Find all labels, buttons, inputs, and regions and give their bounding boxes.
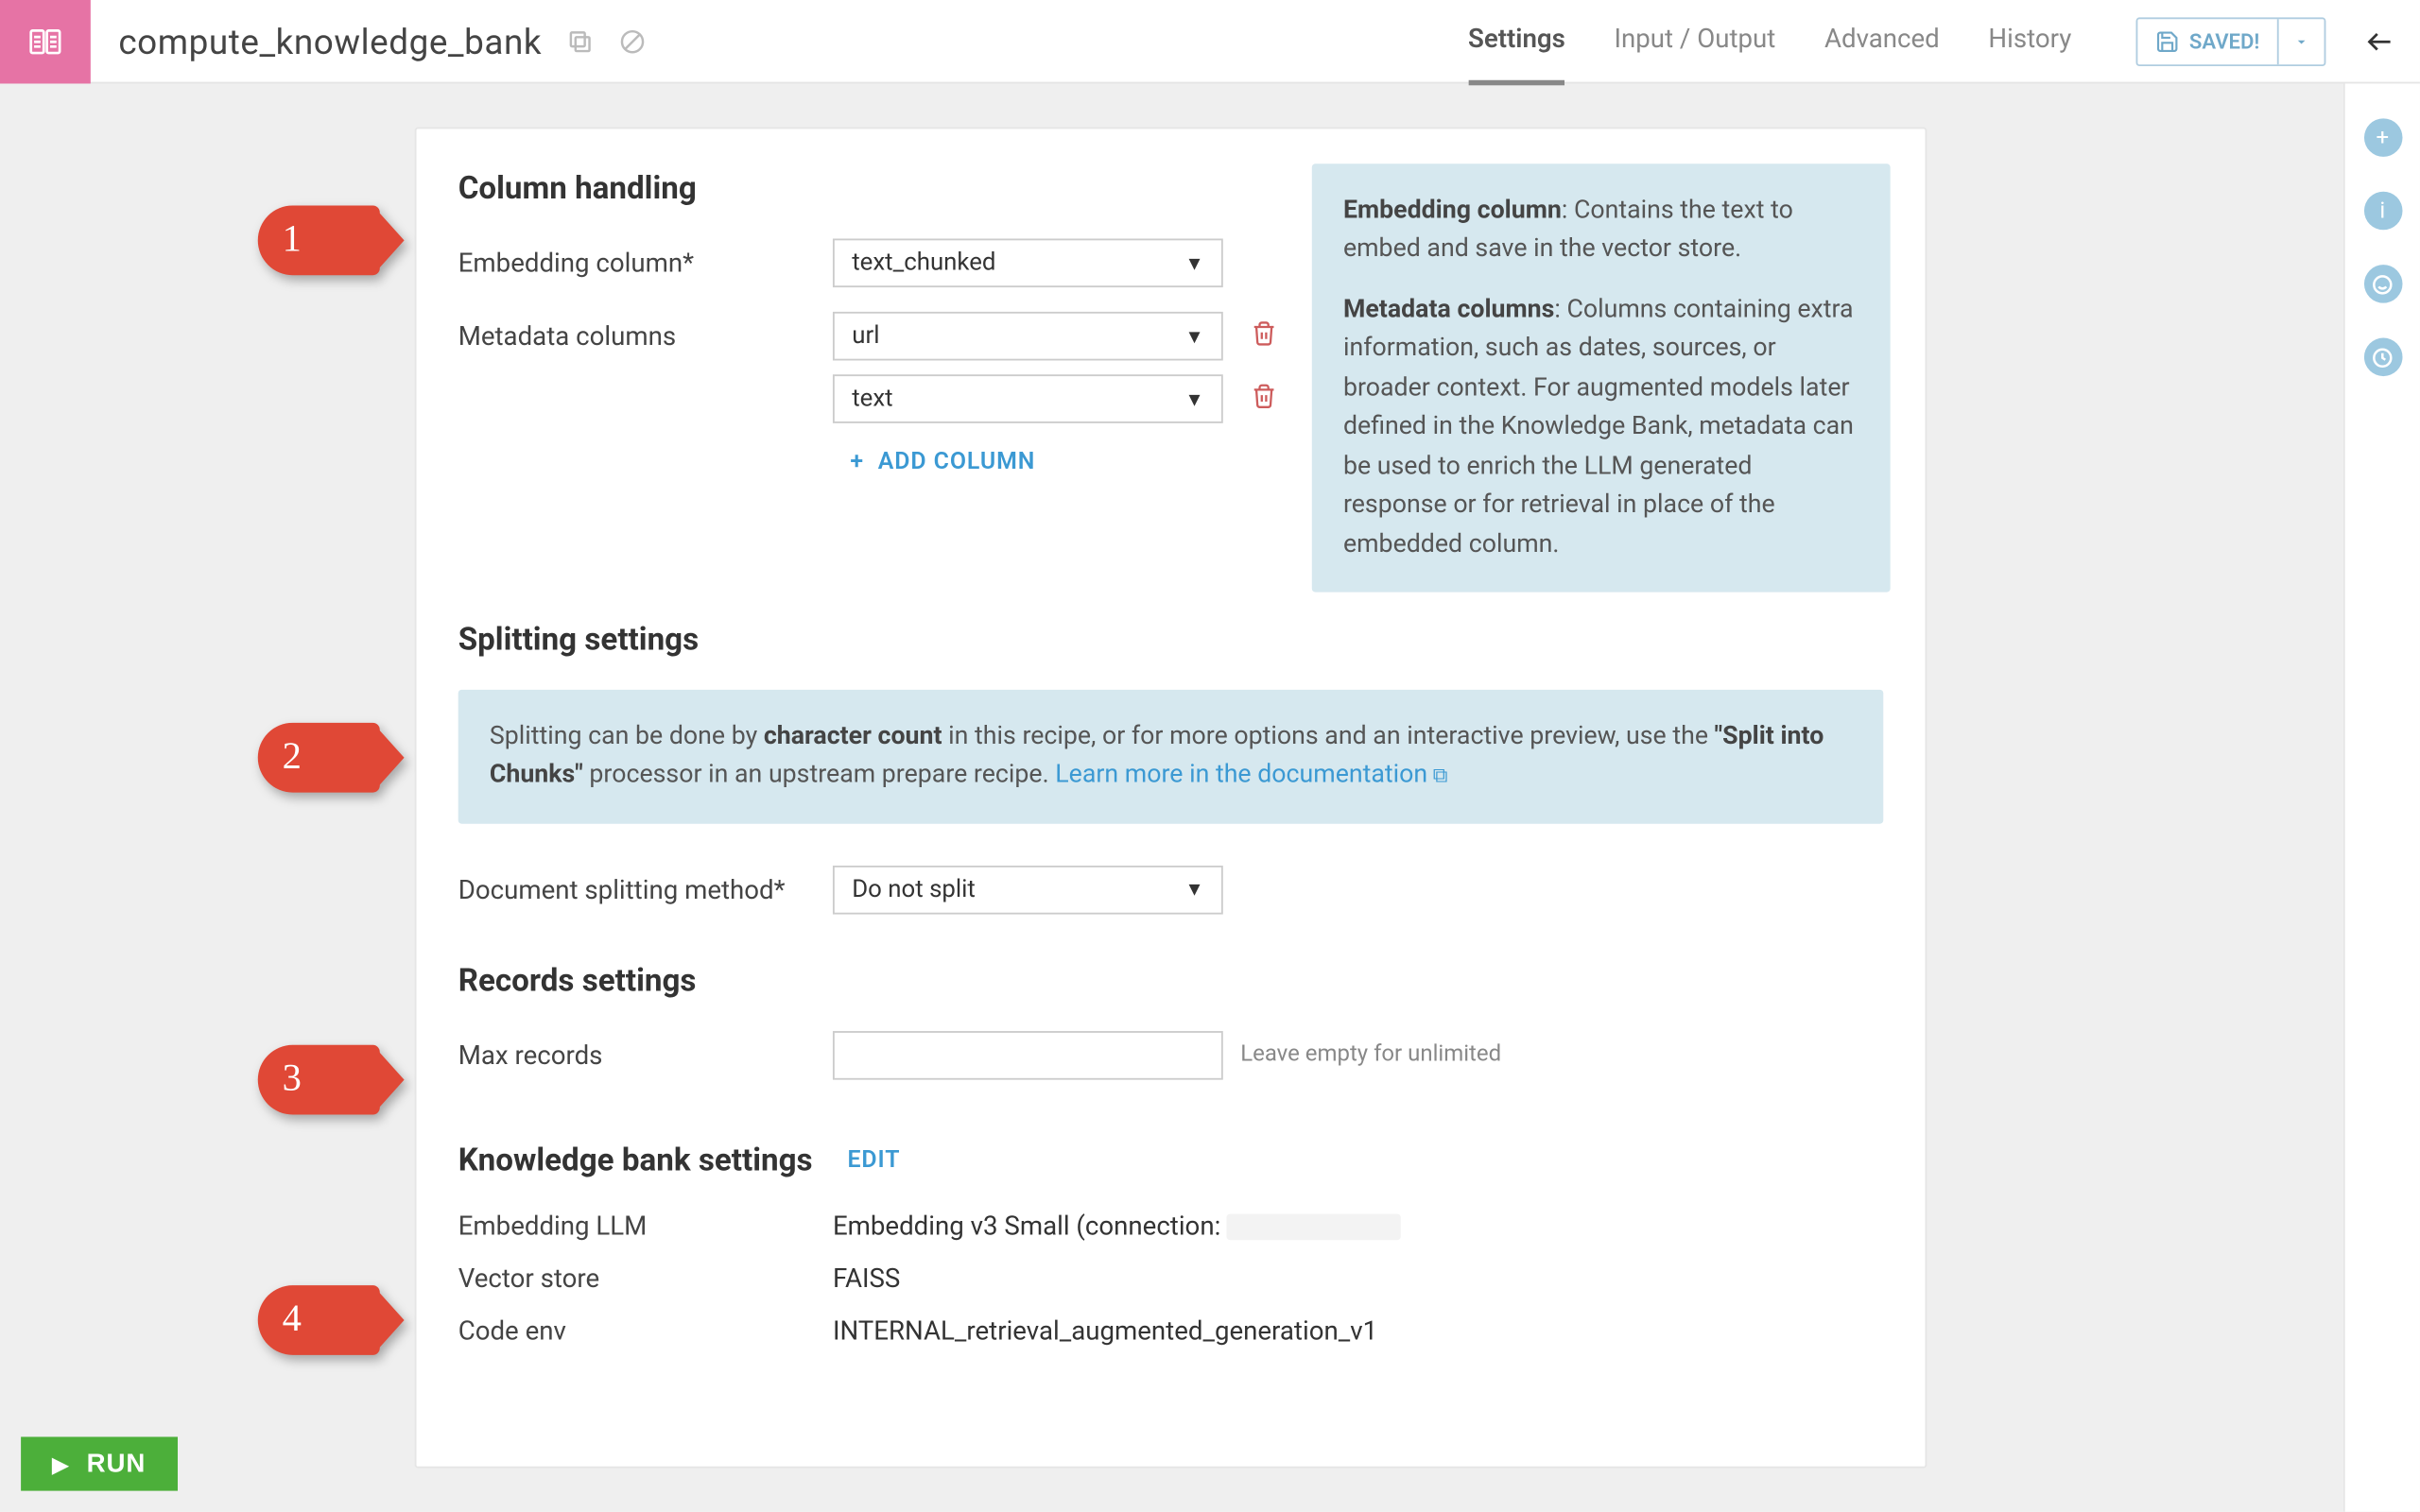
max-records-hint: Leave empty for unlimited xyxy=(1240,1031,1501,1068)
section-knowledge-bank: Knowledge bank settings xyxy=(458,1143,813,1179)
max-records-input[interactable] xyxy=(833,1031,1223,1080)
redacted-connection xyxy=(1227,1214,1401,1241)
run-button[interactable]: ▶ RUN xyxy=(21,1436,177,1490)
chevron-down-icon: ▼ xyxy=(1184,325,1203,348)
splitting-method-select[interactable]: Do not split ▼ xyxy=(833,866,1223,915)
chevron-down-icon: ▼ xyxy=(1184,879,1203,902)
saved-label: SAVED! xyxy=(2189,28,2260,53)
chevron-down-icon: ▼ xyxy=(1184,387,1203,410)
trash-icon[interactable] xyxy=(1251,374,1277,423)
split-info-suffix: processor in an upstream prepare recipe. xyxy=(583,760,1055,789)
metadata-column-value-1: text xyxy=(852,385,892,412)
metadata-column-select-1[interactable]: text ▼ xyxy=(833,374,1223,423)
callout-3: 3 xyxy=(258,1045,380,1115)
vector-store-label: Vector store xyxy=(458,1263,833,1294)
rail-add-icon[interactable]: + xyxy=(2363,118,2402,157)
tab-history[interactable]: History xyxy=(1988,22,2071,60)
metadata-column-select-0[interactable]: url ▼ xyxy=(833,312,1223,361)
embedding-column-select[interactable]: text_chunked ▼ xyxy=(833,238,1223,287)
embedding-llm-label: Embedding LLM xyxy=(458,1211,833,1242)
add-column-label: ADD COLUMN xyxy=(878,448,1036,475)
saved-caret[interactable] xyxy=(2279,32,2325,49)
tab-advanced[interactable]: Advanced xyxy=(1824,22,1940,60)
section-records: Records settings xyxy=(458,963,1884,1000)
split-info-prefix: Splitting can be done by xyxy=(490,721,764,750)
copy-icon[interactable] xyxy=(566,27,594,55)
callout-2: 2 xyxy=(258,723,380,793)
info-embedding-title: Embedding column xyxy=(1343,195,1562,224)
code-env-label: Code env xyxy=(458,1314,833,1346)
recipe-icon[interactable] xyxy=(0,0,91,83)
callout-4: 4 xyxy=(258,1285,380,1355)
column-info-box: Embedding column: Contains the text to e… xyxy=(1312,163,1891,593)
metadata-columns-label: Metadata columns xyxy=(458,312,833,352)
callout-1: 1 xyxy=(258,205,380,275)
split-info-mid: in this recipe, or for more options and … xyxy=(942,721,1715,750)
add-column-button[interactable]: + ADD COLUMN xyxy=(850,448,1035,475)
chevron-down-icon: ▼ xyxy=(1184,251,1203,274)
save-icon xyxy=(2154,28,2179,53)
right-rail: + i xyxy=(2343,83,2420,1511)
top-bar: compute_knowledge_bank Settings Input / … xyxy=(0,0,2420,83)
tab-input-output[interactable]: Input / Output xyxy=(1614,22,1775,60)
play-icon: ▶ xyxy=(52,1452,69,1476)
embedding-column-value: text_chunked xyxy=(852,249,995,277)
splitting-method-value: Do not split xyxy=(852,876,976,903)
settings-panel: Column handling Embedding column* text_c… xyxy=(415,128,1927,1469)
plus-icon: + xyxy=(850,448,864,475)
rail-info-icon[interactable]: i xyxy=(2363,192,2402,231)
chevron-down-icon xyxy=(2292,32,2309,49)
tab-settings[interactable]: Settings xyxy=(1468,22,1565,60)
back-arrow[interactable] xyxy=(2364,26,2395,57)
circle-slash-icon[interactable] xyxy=(618,27,646,55)
splitting-method-label: Document splitting method* xyxy=(458,866,833,905)
split-info-bold1: character count xyxy=(764,721,942,750)
saved-button[interactable]: SAVED! xyxy=(2135,17,2326,66)
trash-icon[interactable] xyxy=(1251,312,1277,361)
info-metadata-text: : Columns containing extra information, … xyxy=(1343,294,1854,558)
edit-kb-link[interactable]: EDIT xyxy=(847,1147,900,1175)
embedding-column-label: Embedding column* xyxy=(458,238,833,278)
max-records-label: Max records xyxy=(458,1031,833,1071)
external-link-icon: ⧉ xyxy=(1433,764,1448,788)
section-splitting: Splitting settings xyxy=(458,622,1884,659)
embedding-llm-value: Embedding v3 Small (connection: xyxy=(833,1211,1220,1242)
metadata-column-value-0: url xyxy=(852,322,879,350)
tab-bar: Settings Input / Output Advanced History xyxy=(1468,0,2071,83)
vector-store-value: FAISS xyxy=(833,1263,900,1294)
learn-more-link[interactable]: Learn more in the documentation⧉ xyxy=(1055,760,1447,789)
rail-chat-icon[interactable] xyxy=(2363,265,2402,303)
info-metadata-title: Metadata columns xyxy=(1343,294,1554,323)
splitting-info-box: Splitting can be done by character count… xyxy=(458,690,1884,824)
code-env-value: INTERNAL_retrieval_augmented_generation_… xyxy=(833,1314,1377,1346)
rail-clock-icon[interactable] xyxy=(2363,338,2402,377)
run-label: RUN xyxy=(87,1449,147,1478)
page-title: compute_knowledge_bank xyxy=(118,20,542,61)
